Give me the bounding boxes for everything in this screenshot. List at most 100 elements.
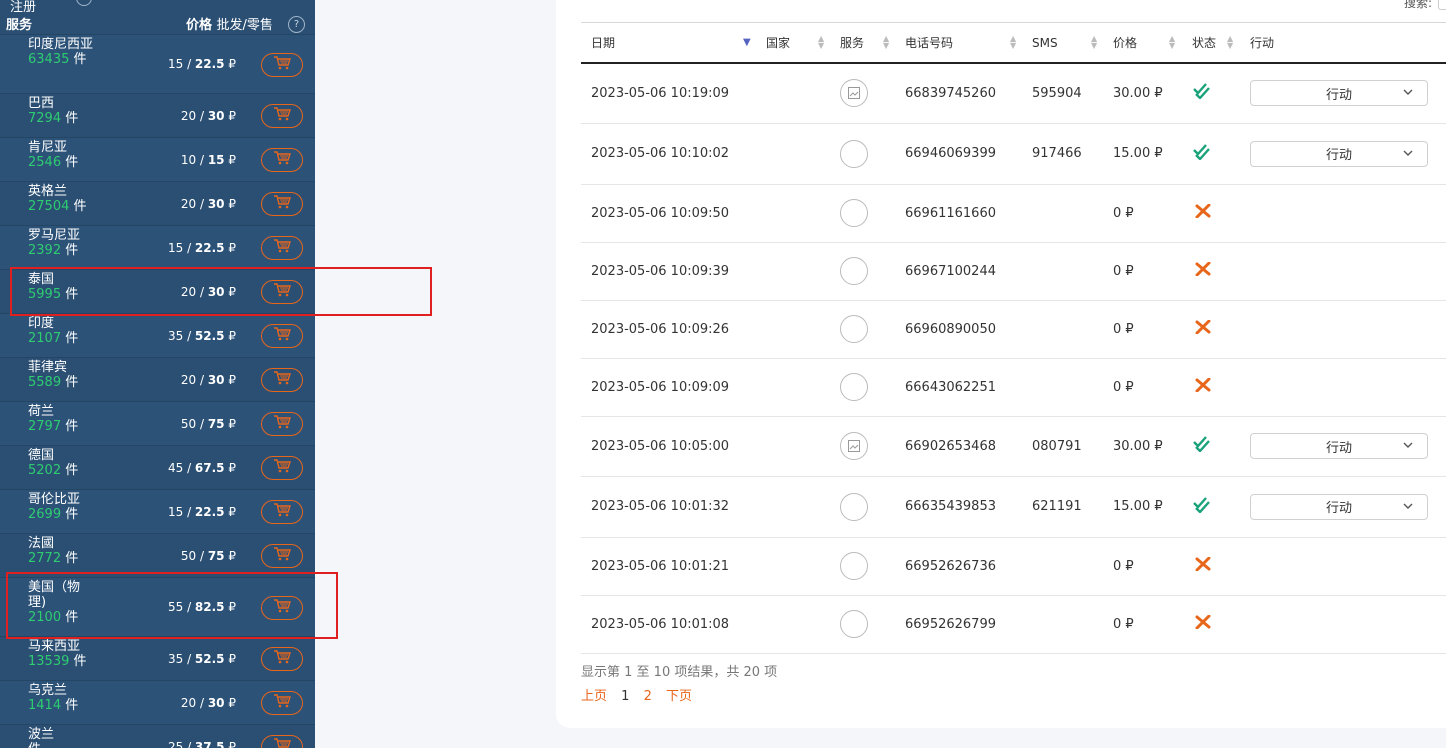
service-price: 20 / 30 ₽: [181, 109, 236, 123]
sort-icon[interactable]: ▲ ▼: [1010, 35, 1016, 50]
cell-status: [1192, 300, 1250, 359]
action-dropdown[interactable]: 行动: [1250, 80, 1428, 107]
cart-icon: [273, 326, 291, 346]
col-country[interactable]: 国家 ▲ ▼: [766, 22, 840, 64]
action-label: 行动: [1325, 501, 1352, 516]
wholesale-price: 35: [167, 328, 184, 343]
table-row: 2023-05-06 10:09:09 66643062251 0 ₽: [581, 358, 1446, 417]
stock-number: 5995: [28, 287, 62, 302]
retail-price: 15: [207, 152, 225, 167]
prev-page-link[interactable]: 上页: [581, 689, 607, 704]
price-separator: /: [183, 240, 195, 255]
cell-sms: [1032, 242, 1113, 301]
cart-icon: [273, 458, 291, 478]
add-to-cart-button[interactable]: [261, 324, 303, 348]
price-separator: /: [183, 328, 195, 343]
page-2[interactable]: 2: [644, 689, 652, 704]
cell-sms: [1032, 537, 1113, 596]
cell-price: 30.00 ₽: [1113, 416, 1192, 477]
stock-count: 2797 件: [28, 419, 98, 434]
cell-country: [766, 300, 840, 359]
stock-count: 2107 件: [28, 331, 98, 346]
sort-icon[interactable]: ▲ ▼: [1091, 35, 1097, 50]
table-row: 2023-05-06 10:19:09 66839745260 595904 30.0…: [581, 63, 1446, 124]
col-date[interactable]: 日期 ▼: [581, 22, 766, 64]
add-to-cart-button[interactable]: [261, 544, 303, 568]
retail-price: 75: [207, 548, 225, 563]
sort-icon[interactable]: ▲ ▼: [1169, 35, 1175, 50]
service-name: 印度 2107 件: [28, 316, 98, 346]
add-to-cart-button[interactable]: [261, 368, 303, 392]
cell-sms: 621191: [1032, 476, 1113, 538]
search-label: 搜索:: [1404, 0, 1433, 10]
service-row: 哥伦比亚 2699 件 15 / 22.5 ₽: [0, 489, 315, 534]
currency-symbol: ₽: [228, 739, 236, 748]
service-price: 50 / 75 ₽: [181, 549, 236, 563]
service-row: 巴西 7294 件 20 / 30 ₽: [0, 93, 315, 138]
cart-icon: [273, 194, 291, 214]
add-to-cart-button[interactable]: [261, 236, 303, 260]
stock-number: 1414: [28, 698, 62, 713]
add-to-cart-button[interactable]: [261, 647, 303, 671]
cell-date: 2023-05-06 10:09:26: [581, 300, 766, 359]
action-dropdown[interactable]: 行动: [1250, 140, 1428, 167]
sort-icon[interactable]: ▲ ▼: [883, 35, 889, 50]
sort-icon[interactable]: ▲ ▼: [1227, 35, 1233, 50]
cell-phone: 66635439853: [905, 476, 1032, 538]
success-check-icon: [1193, 436, 1211, 456]
col-phone[interactable]: 电话号码 ▲ ▼: [905, 22, 1032, 64]
cell-sms: [1032, 300, 1113, 359]
col-sms[interactable]: SMS ▲ ▼: [1032, 22, 1113, 64]
page-1[interactable]: 1: [621, 689, 629, 704]
sidebar-header-price: 价格 批发/零售: [186, 14, 273, 33]
wholesale-price: 15: [167, 504, 184, 519]
add-to-cart-button[interactable]: [261, 192, 303, 216]
service-name: 乌克兰 1414 件: [28, 683, 98, 713]
table-row: 2023-05-06 10:09:39 66967100244 0 ₽: [581, 242, 1446, 301]
service-blank-icon: [840, 492, 868, 521]
action-dropdown[interactable]: 行动: [1250, 433, 1428, 459]
cell-service: [840, 242, 905, 301]
success-check-icon: [1193, 83, 1211, 103]
col-status[interactable]: 状态 ▲ ▼: [1192, 22, 1250, 64]
price-separator: /: [183, 600, 195, 614]
add-to-cart-button[interactable]: [261, 691, 303, 715]
service-name: 哥伦比亚 2699 件: [28, 492, 98, 522]
help-icon[interactable]: ?: [288, 16, 305, 33]
add-to-cart-button[interactable]: [261, 412, 303, 436]
service-blank-icon: [840, 139, 868, 168]
add-to-cart-button[interactable]: [261, 456, 303, 480]
country-name: 印度: [28, 316, 55, 331]
retail-price: 82.5: [194, 600, 225, 614]
col-price[interactable]: 价格 ▲ ▼: [1113, 22, 1192, 64]
next-page-link[interactable]: 下页: [666, 689, 692, 704]
retail-price: 52.5: [194, 328, 225, 343]
cell-service: [840, 537, 905, 596]
toggle-circle-icon[interactable]: [76, 0, 92, 6]
add-to-cart-button[interactable]: [261, 500, 303, 524]
cell-price: 0 ₽: [1113, 595, 1192, 654]
service-price: 35 / 52.5 ₽: [168, 329, 236, 343]
cell-status: [1192, 123, 1250, 185]
add-to-cart-button[interactable]: [261, 148, 303, 172]
add-to-cart-button[interactable]: [261, 52, 303, 77]
service-image-icon: [840, 432, 868, 460]
add-to-cart-button[interactable]: [261, 735, 303, 748]
cell-service: [840, 476, 905, 538]
service-price: 15 / 22.5 ₽: [168, 505, 236, 519]
add-to-cart-button[interactable]: [261, 104, 303, 128]
cell-action: 行动: [1250, 476, 1446, 538]
sort-icon[interactable]: ▲ ▼: [818, 35, 824, 50]
add-to-cart-button[interactable]: [261, 280, 303, 304]
add-to-cart-button[interactable]: [261, 595, 303, 620]
service-row: 德国 5202 件 45 / 67.5 ₽: [0, 445, 315, 490]
country-name: 马来西亚: [28, 639, 81, 654]
sort-desc-icon[interactable]: ▼: [743, 38, 751, 48]
service-row: 荷兰 2797 件 50 / 75 ₽: [0, 401, 315, 446]
action-dropdown[interactable]: 行动: [1250, 493, 1428, 520]
cell-date: 2023-05-06 10:09:39: [581, 242, 766, 301]
cell-date: 2023-05-06 10:19:09: [581, 63, 766, 124]
col-service[interactable]: 服务 ▲ ▼: [840, 22, 905, 64]
search-input[interactable]: [1438, 0, 1446, 10]
wholesale-price: 55: [167, 600, 184, 614]
